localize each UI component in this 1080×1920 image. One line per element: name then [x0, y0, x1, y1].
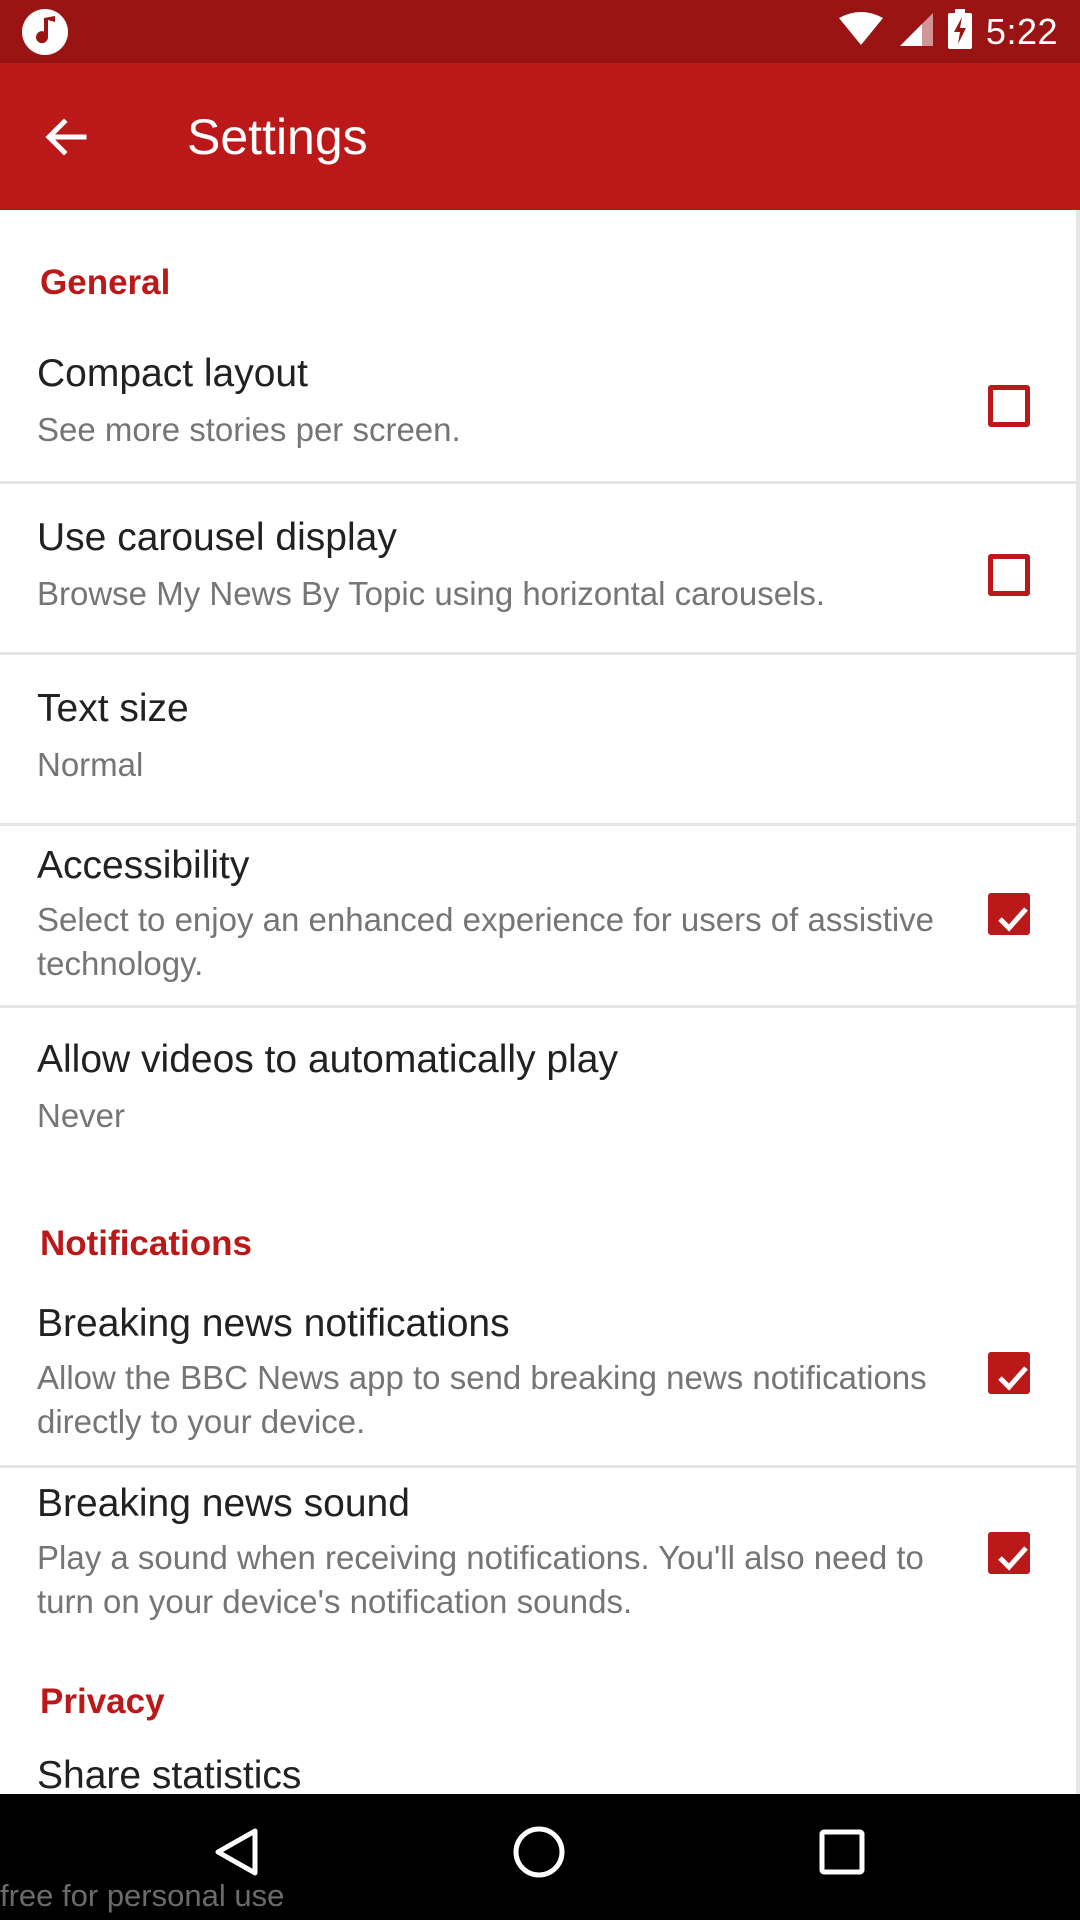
checkmark-icon [998, 1366, 1028, 1391]
nav-recents-button[interactable] [797, 1812, 887, 1892]
pref-summary: Select to enjoy an enhanced experience f… [37, 901, 935, 982]
pref-autoplay-videos[interactable]: Allow videos to automatically play Never [0, 1008, 1076, 1188]
pref-breaking-news-sound[interactable]: Breaking news sound Play a sound when re… [0, 1468, 1076, 1648]
pref-summary: Normal [37, 746, 144, 783]
nav-home-button[interactable] [494, 1812, 584, 1892]
nav-home-icon [513, 1826, 565, 1878]
pref-title: Breaking news sound [37, 1482, 410, 1525]
watermark-text: free for personal use [0, 1878, 285, 1913]
carousel-display-checkbox[interactable] [988, 554, 1030, 596]
pref-compact-layout[interactable]: Compact layout See more stories per scre… [0, 332, 1076, 484]
app-bar: Settings [0, 63, 1080, 210]
section-header-notifications: Notifications [40, 1224, 252, 1263]
compact-layout-checkbox[interactable] [988, 385, 1030, 427]
pref-title: Breaking news notifications [37, 1302, 510, 1345]
pref-accessibility[interactable]: Accessibility Select to enjoy an enhance… [0, 826, 1076, 1008]
status-bar: 5:22 [0, 0, 1080, 63]
pref-summary: See more stories per screen. [37, 411, 461, 448]
breaking-news-notifications-checkbox[interactable] [988, 1352, 1030, 1394]
status-time: 5:22 [985, 10, 1058, 52]
cell-signal-icon [898, 11, 934, 52]
pref-share-statistics[interactable]: Share statistics [0, 1740, 1076, 1794]
back-button[interactable] [30, 105, 110, 169]
pref-breaking-news-notifications[interactable]: Breaking news notifications Allow the BB… [0, 1288, 1076, 1468]
music-note-icon [22, 9, 68, 55]
pref-text-size[interactable]: Text size Normal [0, 655, 1076, 826]
pref-carousel-display[interactable]: Use carousel display Browse My News By T… [0, 484, 1076, 655]
pref-title: Use carousel display [37, 516, 397, 559]
section-header-general: General [40, 263, 171, 302]
checkmark-icon [998, 907, 1028, 932]
wifi-icon [838, 12, 884, 51]
page-title: Settings [187, 109, 368, 165]
checkmark-icon [998, 1546, 1028, 1571]
nav-recents-icon [819, 1829, 865, 1875]
settings-screen: 5:22 Settings General Compact layout See… [0, 0, 1080, 1920]
back-arrow-icon [45, 118, 87, 156]
pref-title: Accessibility [37, 844, 250, 887]
accessibility-checkbox[interactable] [988, 893, 1030, 935]
pref-title: Allow videos to automatically play [37, 1038, 618, 1081]
pref-title: Compact layout [37, 352, 308, 395]
pref-title: Share statistics [37, 1754, 302, 1794]
breaking-news-sound-checkbox[interactable] [988, 1532, 1030, 1574]
pref-summary: Play a sound when receiving notification… [37, 1539, 924, 1620]
status-icons: 5:22 [838, 0, 1058, 63]
settings-list[interactable]: General Compact layout See more stories … [0, 210, 1080, 1794]
battery-charging-icon [947, 9, 972, 54]
pref-summary: Browse My News By Topic using horizontal… [37, 575, 826, 612]
pref-summary: Never [37, 1097, 126, 1134]
pref-title: Text size [37, 687, 189, 730]
section-header-privacy: Privacy [40, 1682, 165, 1721]
pref-summary: Allow the BBC News app to send breaking … [37, 1359, 927, 1440]
